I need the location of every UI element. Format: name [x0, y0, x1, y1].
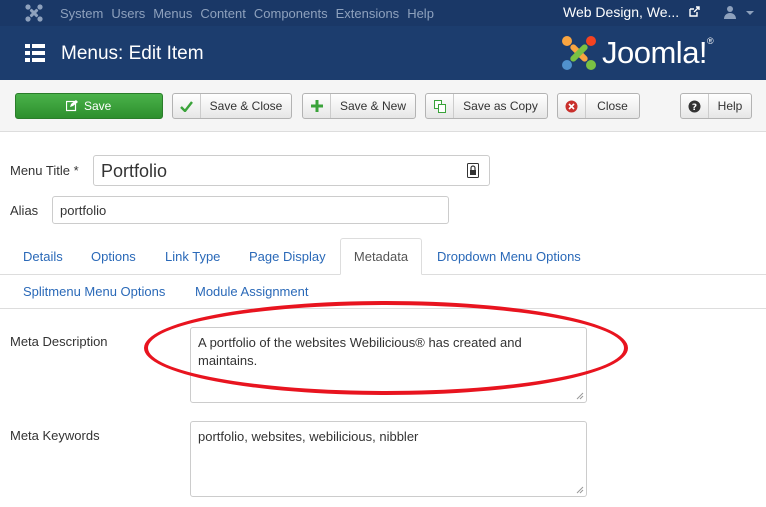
- page-title: Menus: Edit Item: [61, 43, 204, 64]
- registered-mark: ®: [707, 36, 714, 46]
- save-close-button[interactable]: Save & Close: [172, 93, 292, 119]
- joomla-logo-icon: [562, 36, 596, 70]
- meta-keywords-label: Meta Keywords: [10, 428, 100, 443]
- nav-menus[interactable]: Menus: [153, 6, 192, 21]
- nav-content[interactable]: Content: [200, 6, 246, 21]
- tab-page-display[interactable]: Page Display: [249, 249, 326, 264]
- lock-icon[interactable]: [467, 163, 479, 178]
- external-link-icon[interactable]: [688, 6, 700, 18]
- svg-text:?: ?: [692, 103, 697, 113]
- meta-description-label: Meta Description: [10, 334, 108, 349]
- nav-system[interactable]: System: [60, 6, 103, 21]
- joomla-brand: Joomla! ®: [560, 34, 714, 72]
- save-copy-button[interactable]: Save as Copy: [425, 93, 548, 119]
- tab-content-divider: [0, 308, 766, 309]
- chevron-down-icon[interactable]: [746, 11, 754, 15]
- close-button[interactable]: Close: [557, 93, 640, 119]
- cancel-icon: [558, 94, 586, 118]
- toolbar: Save Save & Close Save & New Save as Cop…: [0, 80, 766, 132]
- plus-icon: [303, 94, 331, 118]
- brand-name: Joomla!: [602, 35, 708, 70]
- top-nav: System Users Menus Content Components Ex…: [0, 0, 766, 26]
- question-icon: ?: [681, 94, 709, 118]
- menu-title-input[interactable]: Portfolio: [93, 155, 490, 186]
- tab-options[interactable]: Options: [91, 249, 136, 264]
- copy-icon: [426, 94, 454, 118]
- alias-label: Alias: [10, 203, 39, 218]
- meta-description-text: A portfolio of the websites Webilicious®…: [198, 335, 522, 368]
- resize-grip-icon[interactable]: [576, 486, 584, 494]
- site-name-link[interactable]: Web Design, We...: [563, 4, 679, 20]
- nav-extensions[interactable]: Extensions: [336, 6, 400, 21]
- meta-keywords-text: portfolio, websites, webilicious, nibble…: [198, 429, 419, 444]
- page-header: Menus: Edit Item Joomla! ®: [0, 26, 766, 80]
- tab-metadata[interactable]: Metadata: [340, 238, 422, 275]
- save-button[interactable]: Save: [15, 93, 163, 119]
- tab-details[interactable]: Details: [23, 249, 63, 264]
- nav-help[interactable]: Help: [407, 6, 434, 21]
- nav-users[interactable]: Users: [111, 6, 145, 21]
- help-button[interactable]: ? Help: [680, 93, 752, 119]
- tab-module-assignment[interactable]: Module Assignment: [195, 284, 308, 299]
- edit-icon: [66, 94, 78, 118]
- nav-components[interactable]: Components: [254, 6, 328, 21]
- meta-description-textarea[interactable]: A portfolio of the websites Webilicious®…: [190, 327, 587, 403]
- tab-dropdown-menu-options[interactable]: Dropdown Menu Options: [437, 249, 581, 264]
- tab-splitmenu-menu-options[interactable]: Splitmenu Menu Options: [23, 284, 165, 299]
- check-icon: [173, 94, 201, 118]
- user-icon[interactable]: [723, 5, 737, 19]
- joomla-small-icon[interactable]: [24, 3, 44, 23]
- menu-title-label: Menu Title *: [10, 163, 79, 178]
- tab-link-type[interactable]: Link Type: [165, 249, 220, 264]
- list-menu-icon: [25, 44, 45, 62]
- save-new-button[interactable]: Save & New: [302, 93, 416, 119]
- resize-grip-icon[interactable]: [576, 392, 584, 400]
- meta-keywords-textarea[interactable]: portfolio, websites, webilicious, nibble…: [190, 421, 587, 497]
- alias-input[interactable]: portfolio: [52, 196, 449, 224]
